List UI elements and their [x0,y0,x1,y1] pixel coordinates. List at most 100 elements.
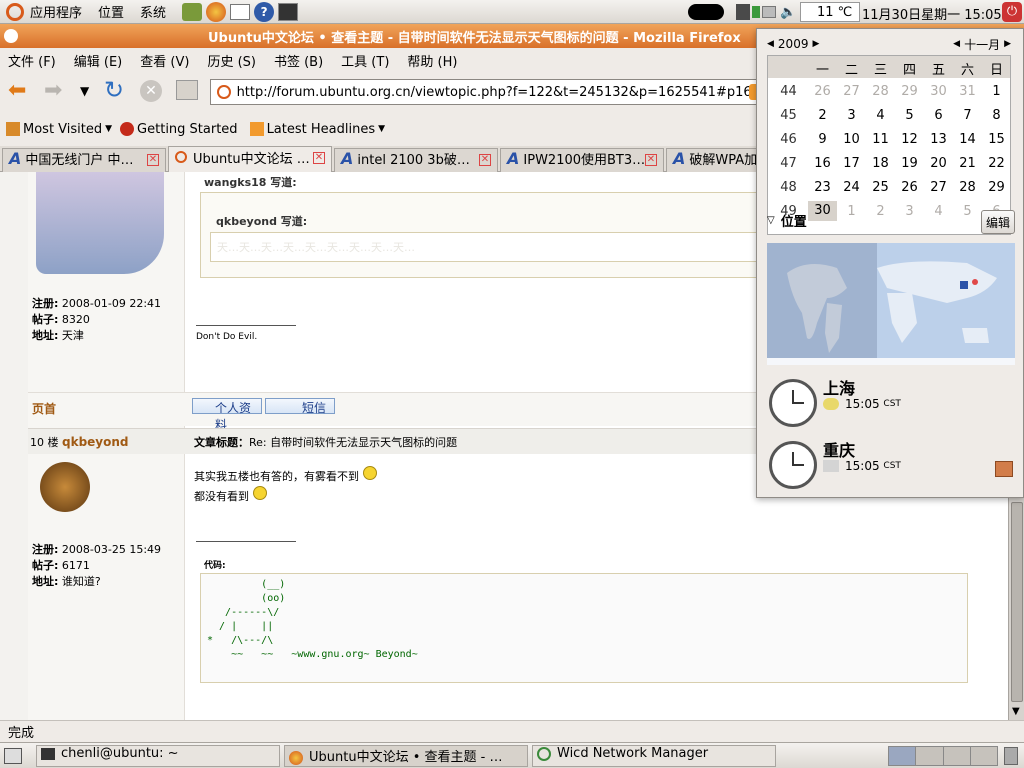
calendar-day[interactable]: 19 [895,156,924,171]
task-wicd[interactable]: Wicd Network Manager [532,745,776,767]
workspace-2[interactable] [916,747,944,765]
calendar-day[interactable]: 2 [808,108,837,123]
calendar-day[interactable]: 29 [982,180,1011,195]
calendar-day[interactable]: 3 [895,204,924,219]
calendar-day[interactable]: 25 [866,180,895,195]
set-home-icon[interactable] [995,461,1013,477]
calendar-day[interactable]: 10 [837,132,866,147]
world-map[interactable] [767,243,1015,365]
calendar-day[interactable]: 20 [924,156,953,171]
scroll-down-icon[interactable]: ▼ [1012,706,1020,717]
calendar-day[interactable]: 15 [982,132,1011,147]
calendar-day[interactable]: 2 [866,204,895,219]
home-icon[interactable] [176,80,198,100]
tab-5[interactable]: A 破解WPA加… [666,148,766,172]
calendar-day[interactable]: 8 [982,108,1011,123]
close-tab-icon[interactable]: ✕ [147,154,159,166]
system-menu[interactable]: 系统 [140,2,166,21]
help-icon[interactable]: ? [254,1,275,22]
trash-icon[interactable] [1004,747,1018,765]
tab-4[interactable]: A IPW2100使用BT3… ✕ [500,148,664,172]
menu-edit[interactable]: 编辑 (E) [74,51,123,70]
calendar-day[interactable]: 4 [866,108,895,123]
pm-button[interactable]: 短信 [265,398,335,415]
next-month-icon[interactable]: ▶ [1004,39,1011,49]
close-tab-icon[interactable]: ✕ [313,152,325,164]
calendar-day[interactable]: 14 [953,132,982,147]
forward-icon[interactable]: ➡ [44,80,62,102]
calendar-day[interactable]: 24 [837,180,866,195]
calendar-day[interactable]: 4 [924,204,953,219]
back-icon[interactable]: ⬅ [8,80,26,102]
calendar-day[interactable]: 7 [953,108,982,123]
volume-icon[interactable]: 🔈 [780,6,796,19]
calendar-day[interactable]: 13 [924,132,953,147]
calendar-day[interactable]: 18 [866,156,895,171]
calendar-day[interactable]: 16 [808,156,837,171]
mail-icon[interactable] [230,3,251,20]
url-bar[interactable]: http://forum.ubuntu.org.cn/viewtopic.php… [210,79,770,105]
ubuntu-logo-icon[interactable] [6,2,24,21]
workspace-4[interactable] [971,747,997,765]
calendar-day[interactable]: 3 [837,108,866,123]
prev-year-icon[interactable]: ◀ [767,39,774,49]
menu-bookmarks[interactable]: 书签 (B) [274,51,323,70]
calendar-day[interactable]: 9 [808,132,837,147]
workspace-3[interactable] [944,747,971,765]
reload-icon[interactable]: ↻ [104,78,124,102]
bookmark-getting-started[interactable]: Getting Started [137,122,238,137]
firefox-icon[interactable] [206,1,227,22]
bookmark-latest-headlines[interactable]: Latest Headlines [267,122,376,137]
calendar-day[interactable]: 5 [895,108,924,123]
show-desktop-icon[interactable] [4,748,22,764]
clock-applet[interactable]: 11月30日星期一 15:05 [862,4,1002,23]
power-icon[interactable]: ⏻ [1002,2,1022,22]
tab-1[interactable]: A 中国无线门户 中… ✕ [2,148,166,172]
prev-month-icon[interactable]: ◀ [953,39,960,49]
next-year-icon[interactable]: ▶ [812,39,819,49]
menu-tools[interactable]: 工具 (T) [341,51,389,70]
calendar-day[interactable]: 1 [837,204,866,219]
window-menu-icon[interactable] [4,29,18,43]
calendar-day[interactable]: 28 [953,180,982,195]
calendar-day[interactable]: 28 [866,84,895,99]
calendar-day[interactable]: 27 [837,84,866,99]
calendar-day[interactable]: 11 [866,132,895,147]
calendar-day[interactable]: 12 [895,132,924,147]
stop-icon[interactable]: ✕ [140,80,162,102]
post-author[interactable]: qkbeyond [62,435,129,449]
terminal-icon[interactable] [278,2,299,21]
profile-button[interactable]: 个人资料 [192,398,262,432]
battery-icon[interactable] [752,6,760,18]
menu-view[interactable]: 查看 (V) [140,51,189,70]
calendar-day[interactable]: 6 [924,108,953,123]
workspace-1[interactable] [889,747,917,765]
workspace-switcher[interactable] [888,746,998,766]
menu-history[interactable]: 历史 (S) [207,51,256,70]
menu-file[interactable]: 文件 (F) [8,51,56,70]
calendar-day[interactable]: 30 [808,201,837,221]
menu-help[interactable]: 帮助 (H) [407,51,457,70]
weather-temp[interactable]: 11 ℃ [800,2,860,22]
calendar-day[interactable]: 26 [808,84,837,99]
calendar-day[interactable]: 21 [953,156,982,171]
scroll-thumb[interactable] [1011,502,1023,702]
calendar-day[interactable]: 30 [924,84,953,99]
calendar-day[interactable]: 23 [808,180,837,195]
close-tab-icon[interactable]: ✕ [645,154,657,166]
calendar-day[interactable]: 29 [895,84,924,99]
task-terminal[interactable]: chenli@ubuntu: ~ [36,745,280,767]
calendar-day[interactable]: 26 [895,180,924,195]
calendar-day[interactable]: 17 [837,156,866,171]
calendar-day[interactable]: 5 [953,204,982,219]
calendar-day[interactable]: 31 [953,84,982,99]
places-menu[interactable]: 位置 [98,2,124,21]
locations-header[interactable]: ▽ 位置 [767,211,807,230]
tab-2-active[interactable]: Ubuntu中文论坛 … ✕ [168,146,332,172]
tab-3[interactable]: Aintel 2100 3b破… ✕ [334,148,498,172]
edit-button[interactable]: 编辑 [981,210,1015,234]
calendar-day[interactable]: 27 [924,180,953,195]
network-icon[interactable] [736,4,750,20]
bookmark-most-visited[interactable]: Most Visited [23,122,102,137]
printer-icon[interactable] [762,6,776,18]
